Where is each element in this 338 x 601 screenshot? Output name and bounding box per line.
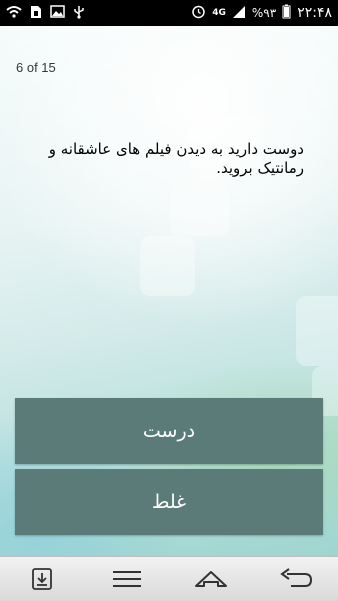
true-button[interactable]: درست	[15, 398, 323, 464]
signal-icon	[232, 5, 246, 22]
progress-counter: 6 of 15	[16, 60, 56, 75]
save-icon[interactable]	[17, 561, 67, 597]
sim-icon	[30, 5, 42, 22]
decor-square	[296, 296, 338, 366]
false-button[interactable]: غلط	[15, 469, 323, 535]
true-button-label: درست	[142, 420, 196, 442]
wifi-icon	[6, 5, 22, 22]
decor-square	[170, 176, 230, 236]
usb-icon	[73, 5, 85, 22]
decor-square	[140, 236, 195, 296]
navigation-bar	[0, 556, 338, 601]
image-icon	[50, 5, 65, 21]
battery-icon	[282, 4, 291, 22]
alarm-icon	[191, 4, 206, 22]
question-text: دوست دارید به دیدن فیلم های عاشقانه و رم…	[48, 140, 304, 177]
status-bar: 4G %۹۳ ۲۲:۴۸	[0, 0, 338, 26]
false-button-label: غلط	[151, 491, 187, 513]
home-icon[interactable]	[186, 561, 236, 597]
menu-icon[interactable]	[102, 561, 152, 597]
back-icon[interactable]	[271, 561, 321, 597]
network-type: 4G	[212, 8, 226, 18]
clock: ۲۲:۴۸	[297, 5, 332, 21]
battery-percent: %۹۳	[251, 6, 277, 20]
